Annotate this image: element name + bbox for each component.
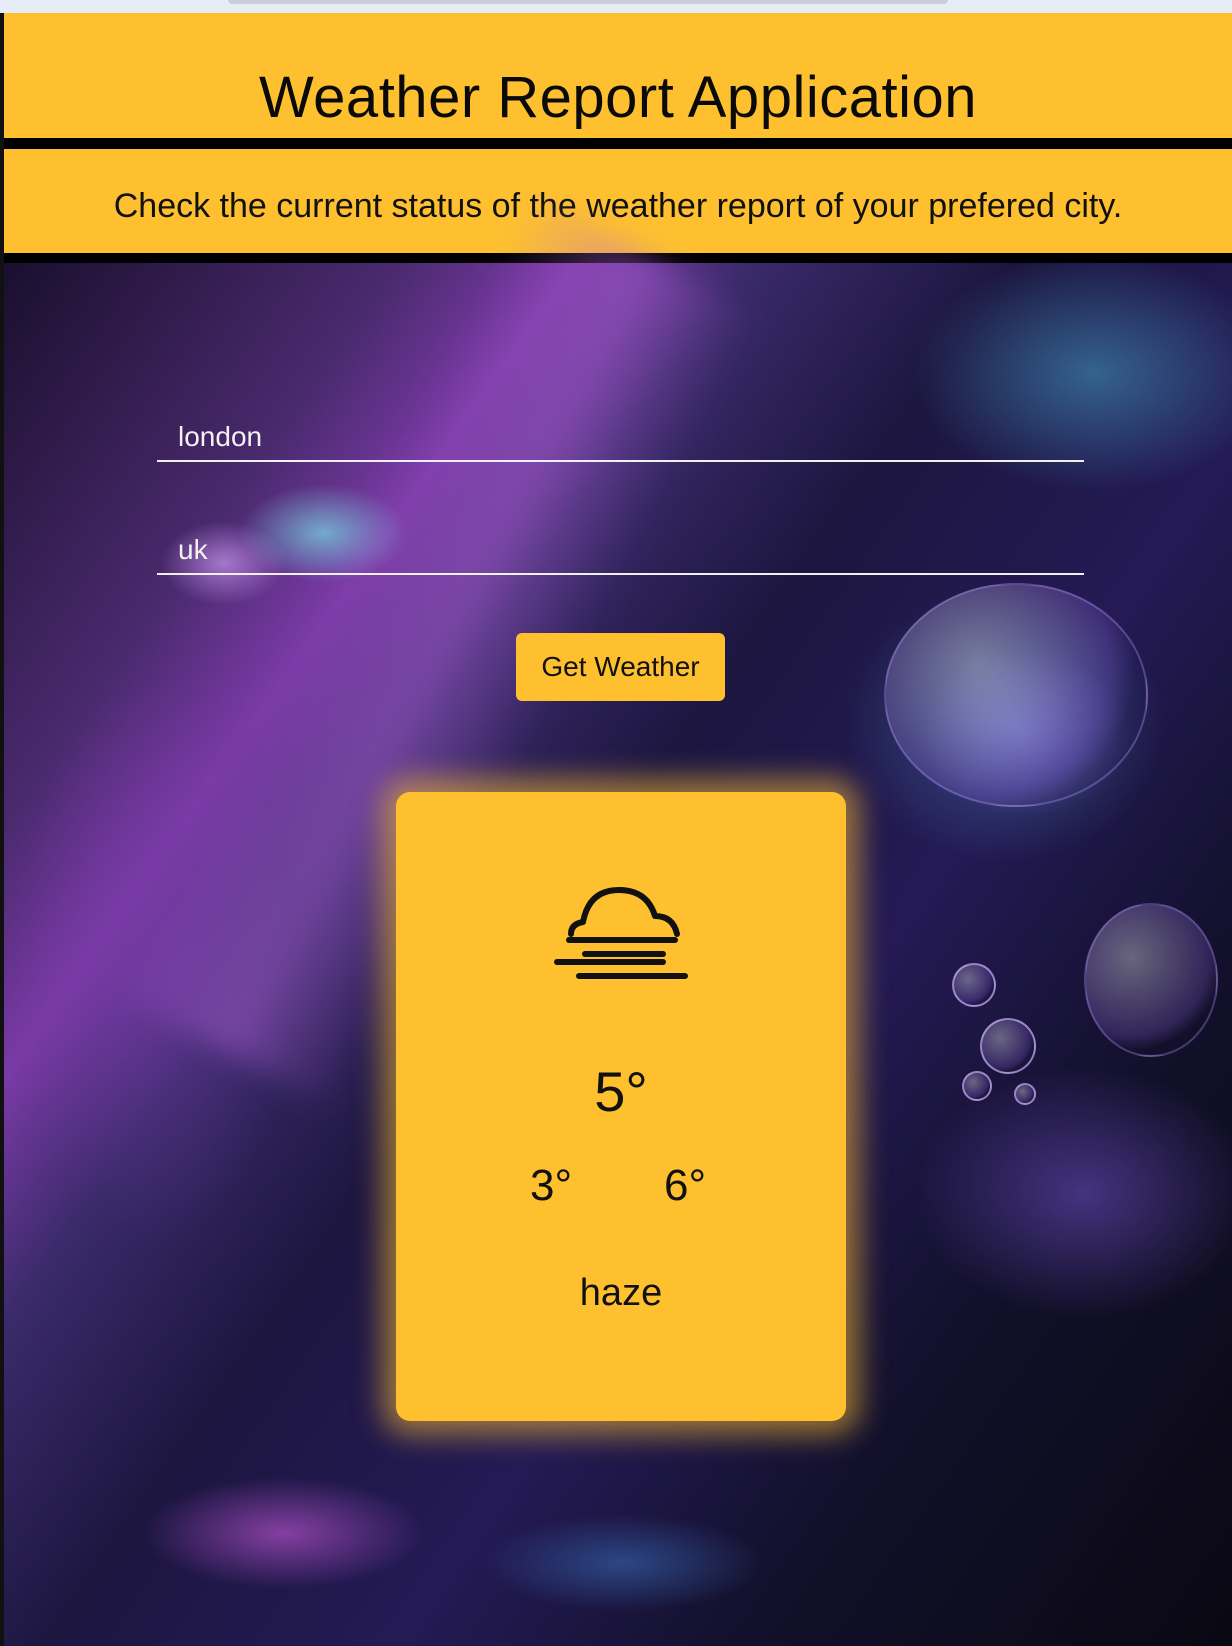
city-input[interactable]: [157, 404, 1084, 460]
get-weather-button[interactable]: Get Weather: [516, 633, 725, 701]
background-bubble: [952, 963, 996, 1007]
browser-top-strip: [0, 0, 1232, 13]
current-temperature: 5°: [594, 1060, 648, 1123]
max-temperature: 6°: [664, 1161, 707, 1210]
page-title: Weather Report Application: [258, 65, 977, 130]
country-input[interactable]: [157, 517, 1084, 573]
subtitle-banner: Check the current status of the weather …: [4, 149, 1232, 253]
weather-condition: haze: [579, 1272, 663, 1314]
background-bubble: [980, 1018, 1036, 1074]
page-subtitle: Check the current status of the weather …: [113, 187, 1123, 225]
address-bar: [228, 0, 948, 4]
city-field[interactable]: [157, 404, 1084, 462]
background-bubble: [962, 1071, 992, 1101]
background-bubble: [1084, 903, 1218, 1057]
min-temperature: 3°: [530, 1161, 573, 1210]
background-bubble: [884, 583, 1148, 807]
haze-icon: [554, 887, 688, 979]
header-divider: [4, 138, 1232, 149]
background-bubble: [1014, 1083, 1036, 1105]
weather-card: 5° 3° 6° haze: [396, 792, 846, 1421]
weather-app-page: Weather Report Application Check the cur…: [0, 0, 1232, 1646]
country-field[interactable]: [157, 517, 1084, 575]
header-banner: Weather Report Application: [4, 13, 1232, 138]
